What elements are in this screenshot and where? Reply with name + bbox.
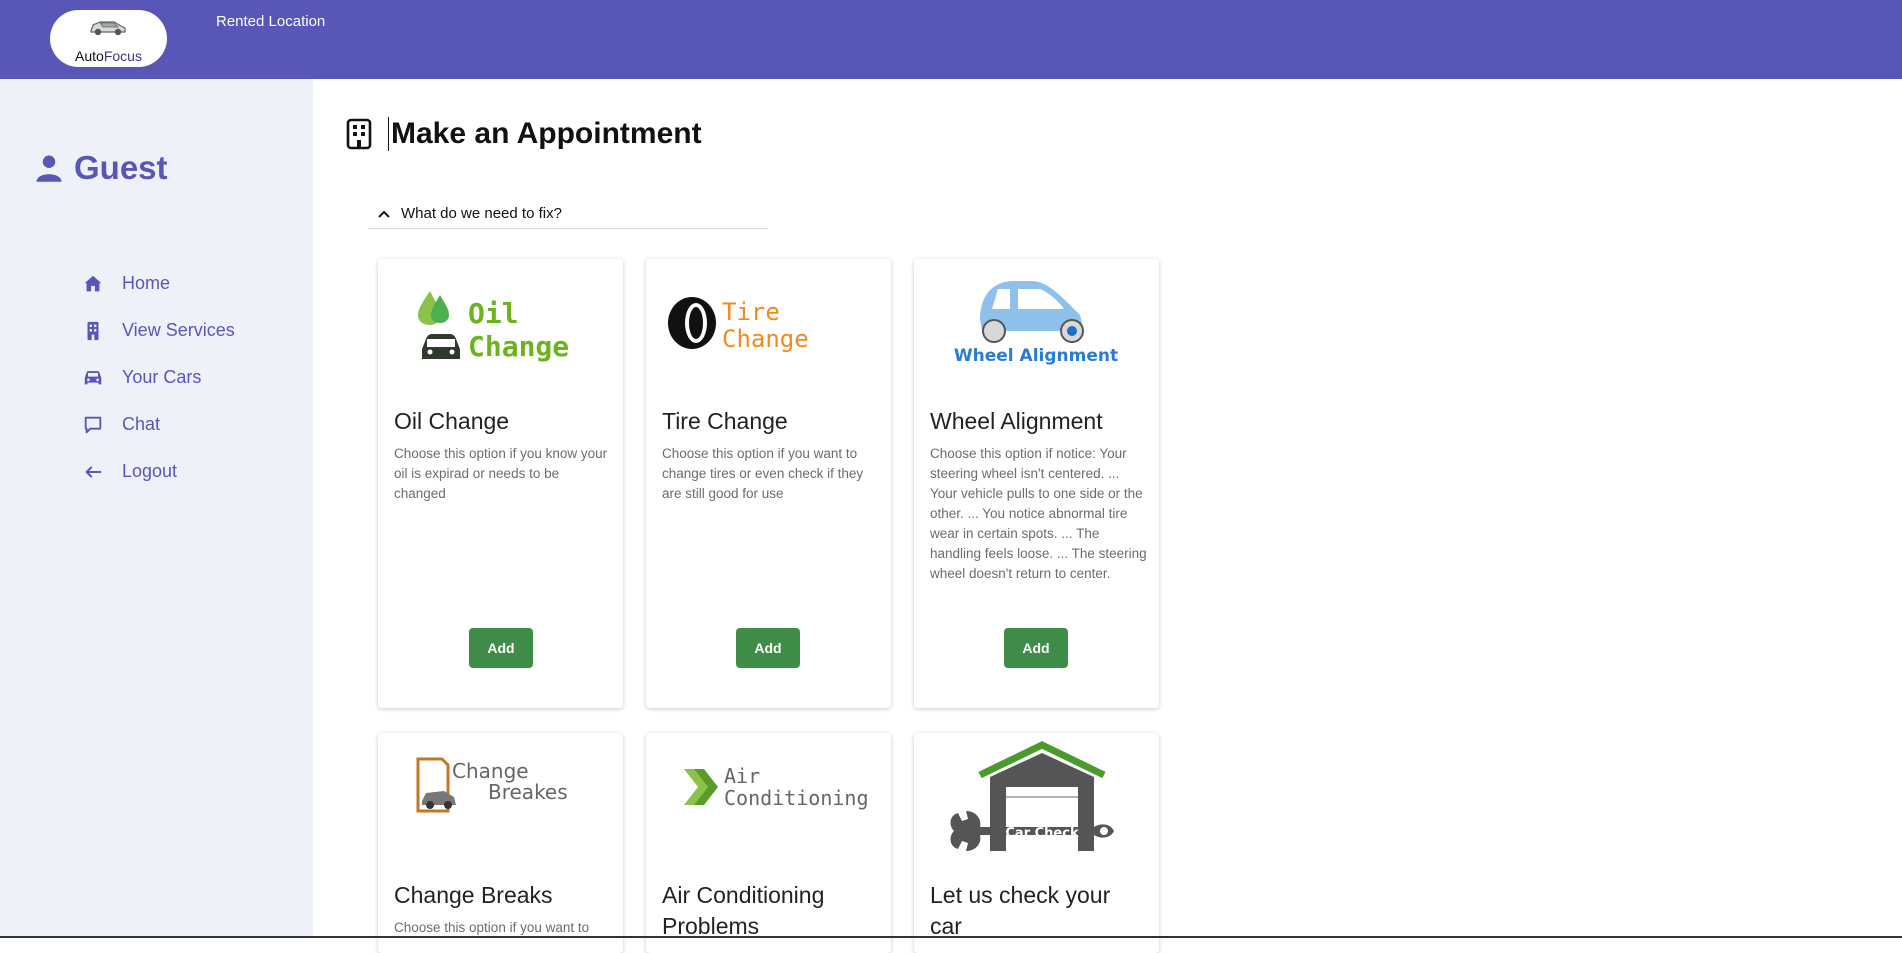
tire-change-image: Tire Change <box>668 297 809 353</box>
card-description: Choose this option if you want to change… <box>662 446 864 501</box>
sidebar-item-view-services[interactable]: View Services <box>82 307 235 354</box>
wheel-image-text: Wheel Alignment <box>954 346 1118 366</box>
sidebar-item-your-cars[interactable]: Your Cars <box>82 354 235 401</box>
breaks-image-text-2: Breakes <box>488 780 568 804</box>
card-title: Oil Change <box>394 408 510 434</box>
chevron-up-icon <box>378 210 390 218</box>
sidebar: Guest Home View Services Your Cars Chat … <box>0 79 313 938</box>
logo-text: AutoFocus <box>50 48 167 64</box>
card-title: Wheel Alignment <box>930 408 1103 434</box>
arrow-left-icon <box>85 465 102 478</box>
card-description: Choose this option if you want to <box>394 920 590 935</box>
oil-image-text-2: Change <box>468 330 569 363</box>
oil-change-image: Oil Change <box>418 291 569 363</box>
chat-icon <box>84 416 102 433</box>
card-title: Let us check your car <box>930 882 1111 939</box>
service-card-wheel-alignment: Wheel Alignment Wheel Alignment Choose t… <box>914 259 1159 708</box>
add-oil-change-button[interactable]: Add <box>469 628 533 668</box>
tire-image-text-2: Change <box>722 325 809 353</box>
service-card-car-check: Car Check Let us check your car <box>914 733 1159 953</box>
service-card-tire-change: Tire Change Tire Change Choose this opti… <box>646 259 891 708</box>
card-title: Air Conditioning Problems <box>662 882 825 939</box>
top-header: AutoFocus Rented Location <box>0 0 1902 79</box>
ac-image-text-2: Conditioning <box>724 786 869 810</box>
building-icon <box>87 321 99 340</box>
wheel-alignment-image: Wheel Alignment <box>954 281 1118 366</box>
card-title: Change Breaks <box>394 882 553 908</box>
services-accordion-toggle[interactable]: What do we need to fix? <box>368 199 768 229</box>
sidebar-item-logout[interactable]: Logout <box>82 448 235 495</box>
sidebar-item-home[interactable]: Home <box>82 260 235 307</box>
card-description: Choose this option if notice: Your steer… <box>930 446 1147 581</box>
air-conditioning-image: Air Conditioning <box>684 764 869 810</box>
sidebar-item-label: View Services <box>122 320 235 340</box>
car-check-image-text: Car Check <box>1005 826 1079 841</box>
service-card-change-breaks: Change Breakes Change Breaks Choose this… <box>378 733 623 953</box>
ac-image-text-1: Air <box>724 764 760 788</box>
service-card-oil-change: Oil Change Oil Change Choose this option… <box>378 259 623 708</box>
page-header: Make an Appointment <box>346 117 702 151</box>
page-title: Make an Appointment <box>388 117 702 151</box>
sidebar-item-chat[interactable]: Chat <box>82 401 235 448</box>
car-icon <box>84 370 102 384</box>
sidebar-item-label: Your Cars <box>122 367 202 387</box>
change-breaks-image: Change Breakes <box>416 757 568 813</box>
oil-image-text-1: Oil <box>468 297 519 330</box>
add-wheel-alignment-button[interactable]: Add <box>1004 628 1068 668</box>
sidebar-item-label: Logout <box>122 461 178 481</box>
car-check-image: Car Check <box>950 741 1114 851</box>
logo-text-auto: Auto <box>75 48 104 64</box>
tire-image-text-1: Tire <box>722 298 780 326</box>
card-description: Choose this option if you know your oil … <box>394 446 608 501</box>
user-profile: Guest <box>34 149 168 187</box>
sidebar-item-label: Chat <box>122 414 161 434</box>
logo-text-focus: Focus <box>103 48 142 64</box>
service-card-air-conditioning: Air Conditioning Air Conditioning Proble… <box>646 733 891 953</box>
building-icon <box>346 118 372 150</box>
card-title: Tire Change <box>662 408 788 434</box>
add-tire-change-button[interactable]: Add <box>736 628 800 668</box>
sidebar-nav: Home View Services Your Cars Chat Logout <box>82 260 235 495</box>
accordion-label: What do we need to fix? <box>401 205 562 222</box>
rented-location-link[interactable]: Rented Location <box>216 13 325 30</box>
user-icon <box>36 155 62 182</box>
sidebar-item-label: Home <box>122 273 171 293</box>
autofocus-logo[interactable]: AutoFocus <box>50 10 167 67</box>
car-logo-icon <box>90 21 126 36</box>
home-icon <box>84 275 102 291</box>
user-name: Guest <box>74 149 168 186</box>
